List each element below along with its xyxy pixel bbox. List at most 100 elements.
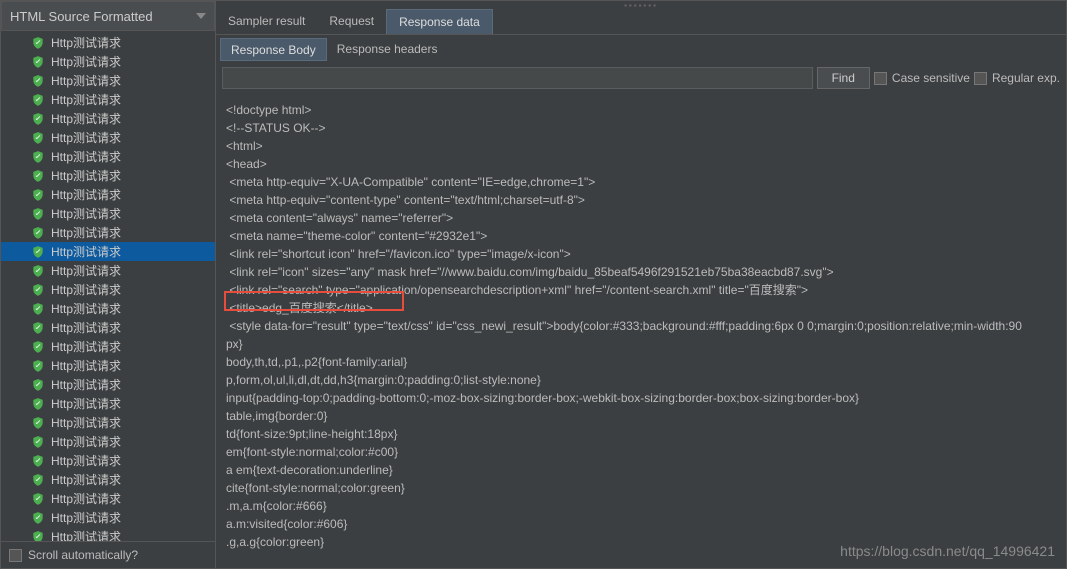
response-line: <head> <box>226 155 1056 173</box>
response-line: <!doctype html> <box>226 101 1056 119</box>
regex-option[interactable]: Regular exp. <box>974 71 1060 85</box>
response-line: em{font-style:normal;color:#c00} <box>226 443 1056 461</box>
response-line: cite{font-style:normal;color:green} <box>226 479 1056 497</box>
tree-item-label: Http测试请求 <box>51 471 121 488</box>
tree-item-label: Http测试请求 <box>51 72 121 89</box>
response-line: td{font-size:9pt;line-height:18px} <box>226 425 1056 443</box>
results-tree[interactable]: Http测试请求Http测试请求Http测试请求Http测试请求Http测试请求… <box>1 31 215 541</box>
tree-item[interactable]: Http测试请求 <box>1 394 215 413</box>
response-line: <meta content="always" name="referrer"> <box>226 209 1056 227</box>
case-sensitive-option[interactable]: Case sensitive <box>874 71 970 85</box>
tree-item[interactable]: Http测试请求 <box>1 413 215 432</box>
tree-item[interactable]: Http测试请求 <box>1 128 215 147</box>
response-line: body,th,td,.p1,.p2{font-family:arial} <box>226 353 1056 371</box>
tree-item-label: Http测试请求 <box>51 509 121 526</box>
find-button[interactable]: Find <box>817 67 870 89</box>
scroll-auto-checkbox[interactable] <box>9 549 22 562</box>
tree-item[interactable]: Http测试请求 <box>1 318 215 337</box>
tree-item-label: Http测试请求 <box>51 205 121 222</box>
tree-item[interactable]: Http测试请求 <box>1 356 215 375</box>
main-tabs: Sampler resultRequestResponse data <box>216 9 1066 35</box>
tree-item[interactable]: Http测试请求 <box>1 527 215 541</box>
response-line: <html> <box>226 137 1056 155</box>
response-line: p,form,ol,ul,li,dl,dt,dd,h3{margin:0;pad… <box>226 371 1056 389</box>
response-line: input{padding-top:0;padding-bottom:0;-mo… <box>226 389 1056 407</box>
case-checkbox[interactable] <box>874 72 887 85</box>
tab-response-data[interactable]: Response data <box>386 9 493 34</box>
tree-item-label: Http测试请求 <box>51 53 121 70</box>
sub-tabs: Response BodyResponse headers <box>216 35 1066 61</box>
tree-item[interactable]: Http测试请求 <box>1 109 215 128</box>
search-bar: Find Case sensitive Regular exp. <box>216 61 1066 95</box>
subtab-response-headers[interactable]: Response headers <box>327 38 448 61</box>
response-line: <meta name="theme-color" content="#2932e… <box>226 227 1056 245</box>
tree-item-label: Http测试请求 <box>51 91 121 108</box>
regex-checkbox[interactable] <box>974 72 987 85</box>
tree-item-label: Http测试请求 <box>51 452 121 469</box>
tab-request[interactable]: Request <box>317 9 386 34</box>
tree-item-label: Http测试请求 <box>51 34 121 51</box>
tree-item[interactable]: Http测试请求 <box>1 432 215 451</box>
tree-item[interactable]: Http测试请求 <box>1 223 215 242</box>
response-line: a.m:visited{color:#606} <box>226 515 1056 533</box>
tree-item-label: Http测试请求 <box>51 243 121 260</box>
tree-item-label: Http测试请求 <box>51 376 121 393</box>
tree-item[interactable]: Http测试请求 <box>1 242 215 261</box>
tree-item[interactable]: Http测试请求 <box>1 204 215 223</box>
dropdown-label: HTML Source Formatted <box>10 9 153 24</box>
tree-item-label: Http测试请求 <box>51 414 121 431</box>
tree-item[interactable]: Http测试请求 <box>1 185 215 204</box>
tree-item-label: Http测试请求 <box>51 395 121 412</box>
drag-handle[interactable]: ▪▪▪▪▪▪▪ <box>216 1 1066 9</box>
tree-item[interactable]: Http测试请求 <box>1 337 215 356</box>
tree-item-label: Http测试请求 <box>51 148 121 165</box>
right-panel: ▪▪▪▪▪▪▪ Sampler resultRequestResponse da… <box>216 1 1066 568</box>
tab-sampler-result[interactable]: Sampler result <box>216 9 317 34</box>
tree-item-label: Http测试请求 <box>51 129 121 146</box>
tree-item[interactable]: Http测试请求 <box>1 147 215 166</box>
response-line: table,img{border:0} <box>226 407 1056 425</box>
tree-item-label: Http测试请求 <box>51 110 121 127</box>
tree-item[interactable]: Http测试请求 <box>1 90 215 109</box>
tree-item-label: Http测试请求 <box>51 528 121 541</box>
response-line: <link rel="search" type="application/ope… <box>226 281 1056 299</box>
response-line: <!--STATUS OK--> <box>226 119 1056 137</box>
tree-item[interactable]: Http测试请求 <box>1 470 215 489</box>
search-input[interactable] <box>222 67 813 89</box>
tree-item-label: Http测试请求 <box>51 300 121 317</box>
chevron-down-icon <box>196 13 206 19</box>
tree-item[interactable]: Http测试请求 <box>1 508 215 527</box>
watermark: https://blog.csdn.net/qq_14996421 <box>840 543 1055 559</box>
tree-item[interactable]: Http测试请求 <box>1 52 215 71</box>
tree-item[interactable]: Http测试请求 <box>1 299 215 318</box>
tree-item-label: Http测试请求 <box>51 490 121 507</box>
tree-item[interactable]: Http测试请求 <box>1 280 215 299</box>
tree-item-label: Http测试请求 <box>51 186 121 203</box>
response-line: <link rel="icon" sizes="any" mask href="… <box>226 263 1056 281</box>
tree-item-label: Http测试请求 <box>51 319 121 336</box>
tree-item[interactable]: Http测试请求 <box>1 166 215 185</box>
tree-item[interactable]: Http测试请求 <box>1 261 215 280</box>
tree-item-label: Http测试请求 <box>51 338 121 355</box>
scroll-auto-label: Scroll automatically? <box>28 548 138 562</box>
subtab-response-body[interactable]: Response Body <box>220 38 327 61</box>
tree-item[interactable]: Http测试请求 <box>1 375 215 394</box>
tree-item[interactable]: Http测试请求 <box>1 71 215 90</box>
scroll-auto-row: Scroll automatically? <box>1 541 215 568</box>
tree-item[interactable]: Http测试请求 <box>1 451 215 470</box>
tree-item-label: Http测试请求 <box>51 167 121 184</box>
tree-item[interactable]: Http测试请求 <box>1 489 215 508</box>
response-line: <link rel="shortcut icon" href="/favicon… <box>226 245 1056 263</box>
tree-item-label: Http测试请求 <box>51 357 121 374</box>
tree-item-label: Http测试请求 <box>51 262 121 279</box>
response-line: <style data-for="result" type="text/css"… <box>226 317 1056 335</box>
response-line: <meta http-equiv="content-type" content=… <box>226 191 1056 209</box>
response-line: <title>edg_百度搜索</title> <box>226 299 1056 317</box>
response-line: .m,a.m{color:#666} <box>226 497 1056 515</box>
tree-item[interactable]: Http测试请求 <box>1 33 215 52</box>
response-line: a em{text-decoration:underline} <box>226 461 1056 479</box>
format-dropdown[interactable]: HTML Source Formatted <box>1 1 215 31</box>
response-content[interactable]: <!doctype html><!--STATUS OK--><html><he… <box>216 95 1066 568</box>
left-panel: HTML Source Formatted Http测试请求Http测试请求Ht… <box>1 1 216 568</box>
tree-item-label: Http测试请求 <box>51 433 121 450</box>
